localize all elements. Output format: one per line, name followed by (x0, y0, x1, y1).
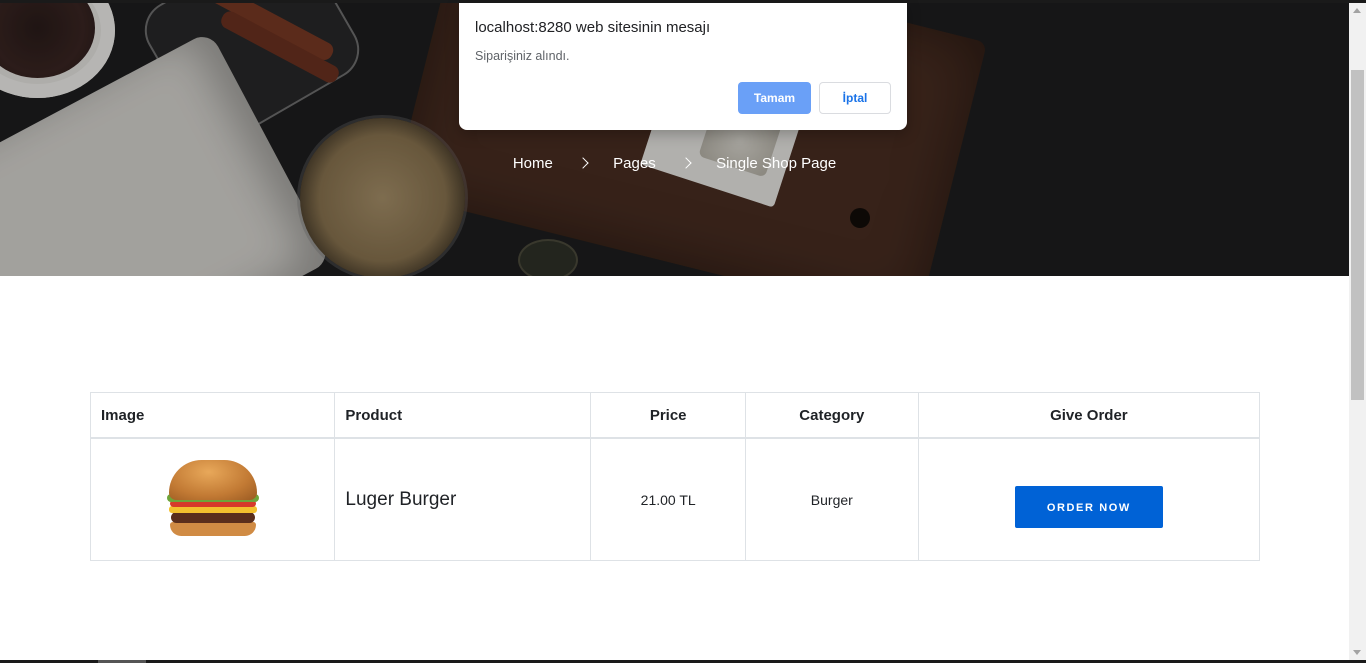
breadcrumb-home-link[interactable]: Home (513, 155, 553, 172)
dialog-title: localhost:8280 web sitesinin mesajı (475, 19, 711, 36)
dialog-cancel-button[interactable]: İptal (819, 82, 891, 114)
chevron-right-icon (680, 157, 692, 169)
product-price: 21.00 TL (590, 437, 746, 561)
breadcrumb-pages-link[interactable]: Pages (613, 155, 656, 172)
scroll-up-icon[interactable] (1353, 8, 1361, 13)
alert-dialog: localhost:8280 web sitesinin mesajı Sipa… (459, 3, 907, 130)
order-cell: ORDER NOW (917, 437, 1261, 561)
chevron-right-icon (577, 157, 589, 169)
page-scrollbar[interactable] (1349, 3, 1366, 660)
table-row: Luger Burger 21.00 TL Burger ORDER NOW (89, 437, 1261, 561)
column-header-image: Image (89, 392, 336, 439)
column-header-price: Price (590, 392, 746, 439)
order-now-button[interactable]: ORDER NOW (1014, 485, 1163, 528)
burger-image (166, 458, 259, 538)
scrollbar-thumb[interactable] (1351, 70, 1364, 400)
table-header-row: Image Product Price Category Give Order (89, 392, 1261, 439)
column-header-give-order: Give Order (917, 392, 1261, 439)
product-category: Burger (744, 437, 919, 561)
column-header-category: Category (744, 392, 919, 439)
breadcrumb-current-page: Single Shop Page (716, 154, 837, 172)
dialog-message: Siparişiniz alındı. (475, 49, 570, 63)
breadcrumb: Home Pages Single Shop Page (0, 154, 1349, 172)
product-name: Luger Burger (334, 437, 592, 561)
scroll-down-icon[interactable] (1353, 650, 1361, 655)
product-image-cell (89, 437, 336, 561)
product-table: Image Product Price Category Give Order … (89, 392, 1261, 561)
dialog-ok-button[interactable]: Tamam (738, 82, 811, 114)
column-header-product: Product (334, 392, 592, 439)
